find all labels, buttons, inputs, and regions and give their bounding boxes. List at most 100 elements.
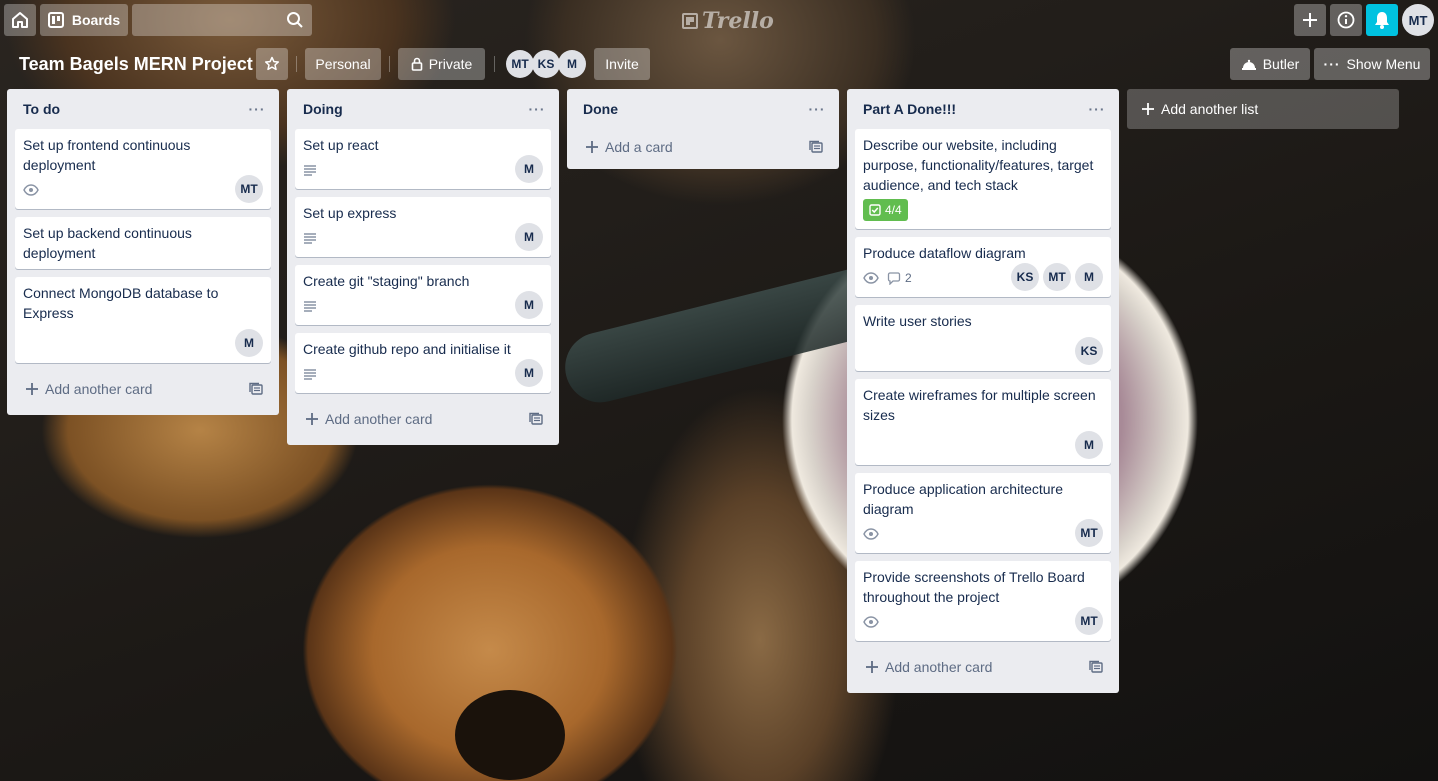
- show-menu-label: Show Menu: [1346, 56, 1421, 72]
- privacy-button[interactable]: Private: [398, 48, 485, 80]
- card-member-avatar[interactable]: M: [515, 291, 543, 319]
- boards-button[interactable]: Boards: [40, 4, 128, 36]
- butler-bell-icon: [1241, 57, 1257, 71]
- add-card-left: Add another card: [25, 381, 152, 397]
- add-card-label: Add another card: [885, 659, 993, 675]
- card-members: M: [515, 359, 543, 391]
- eye-icon: [863, 616, 879, 628]
- create-button[interactable]: [1294, 4, 1326, 36]
- plus-icon: [25, 382, 39, 396]
- card-member-avatar[interactable]: KS: [1011, 263, 1039, 291]
- card[interactable]: Provide screenshots of Trello Board thro…: [855, 561, 1111, 641]
- team-visibility-button[interactable]: Personal: [305, 48, 381, 80]
- card-member-avatar[interactable]: M: [1075, 431, 1103, 459]
- add-card-button[interactable]: Add a card: [575, 129, 831, 165]
- add-list-button[interactable]: Add another list: [1127, 89, 1399, 129]
- user-avatar[interactable]: MT: [1402, 4, 1434, 36]
- card[interactable]: Set up frontend continuous deployment MT: [15, 129, 271, 209]
- list-title[interactable]: Doing: [303, 101, 343, 117]
- card[interactable]: Set up backend continuous deployment: [15, 217, 271, 269]
- bell-icon: [1374, 11, 1390, 29]
- card-member-avatar[interactable]: M: [515, 359, 543, 387]
- description-icon: [303, 368, 317, 380]
- card-footer: KS: [863, 331, 1103, 369]
- card[interactable]: Produce dataflow diagram 2 KS MT M: [855, 237, 1111, 297]
- checklist-count: 4/4: [885, 203, 902, 217]
- card-member-avatar[interactable]: M: [515, 155, 543, 183]
- card-member-avatar[interactable]: MT: [235, 175, 263, 203]
- card-members: MT: [1075, 607, 1103, 639]
- card[interactable]: Set up express M: [295, 197, 551, 257]
- card-badges: 4/4: [863, 195, 908, 227]
- notifications-button[interactable]: [1366, 4, 1398, 36]
- board-member-avatar[interactable]: M: [558, 50, 586, 78]
- card[interactable]: Create github repo and initialise it M: [295, 333, 551, 393]
- comment-count: 2: [905, 271, 912, 285]
- card[interactable]: Create wireframes for multiple screen si…: [855, 379, 1111, 465]
- add-card-button[interactable]: Add another card: [855, 649, 1111, 685]
- butler-button[interactable]: Butler: [1230, 48, 1310, 80]
- list-menu-icon[interactable]: ···: [1085, 97, 1109, 121]
- add-card-left: Add another card: [305, 411, 432, 427]
- info-button[interactable]: [1330, 4, 1362, 36]
- add-card-left: Add a card: [585, 139, 673, 155]
- card[interactable]: Connect MongoDB database to Express M: [15, 277, 271, 363]
- comments-badge: 2: [887, 271, 912, 285]
- card-badges: [303, 298, 317, 316]
- card-template-icon[interactable]: [249, 382, 263, 396]
- trello-logo-text: Trello: [702, 8, 774, 34]
- card-member-avatar[interactable]: MT: [1075, 607, 1103, 635]
- card-member-avatar[interactable]: MT: [1043, 263, 1071, 291]
- card[interactable]: Create git "staging" branch M: [295, 265, 551, 325]
- card[interactable]: Describe our website, including purpose,…: [855, 129, 1111, 229]
- card-member-avatar[interactable]: KS: [1075, 337, 1103, 365]
- board-member-avatar[interactable]: MT: [506, 50, 534, 78]
- add-card-button[interactable]: Add another card: [15, 371, 271, 407]
- list-to-do: To do ··· Set up frontend continuous dep…: [7, 89, 279, 415]
- list-title[interactable]: To do: [23, 101, 60, 117]
- card-template-icon[interactable]: [1089, 660, 1103, 674]
- card-title: Create github repo and initialise it: [303, 341, 511, 357]
- invite-button[interactable]: Invite: [594, 48, 650, 80]
- header-divider: [494, 56, 495, 72]
- add-card-button[interactable]: Add another card: [295, 401, 551, 437]
- description-icon: [303, 164, 317, 176]
- card-member-avatar[interactable]: M: [1075, 263, 1103, 291]
- butler-label: Butler: [1262, 56, 1300, 72]
- top-navigation-bar: Boards Trello MT: [0, 0, 1438, 40]
- card-footer: MT: [23, 175, 263, 207]
- card-members: M: [235, 323, 263, 361]
- home-button[interactable]: [4, 4, 36, 36]
- card-member-avatar[interactable]: M: [235, 329, 263, 357]
- card-template-icon[interactable]: [809, 140, 823, 154]
- background-bagel-hole: [455, 690, 565, 780]
- star-board-button[interactable]: [256, 48, 288, 80]
- card-badges: [863, 614, 879, 632]
- board-title[interactable]: Team Bagels MERN Project: [19, 54, 253, 75]
- board-member-avatar[interactable]: KS: [532, 50, 560, 78]
- list-menu-icon[interactable]: ···: [525, 97, 549, 121]
- search-input[interactable]: [132, 4, 312, 36]
- card-member-avatar[interactable]: MT: [1075, 519, 1103, 547]
- card-badges: [303, 162, 317, 180]
- card-members: M: [1075, 425, 1103, 463]
- plus-icon: [305, 412, 319, 426]
- list-header: Done ···: [575, 89, 831, 129]
- card[interactable]: Produce application architecture diagram…: [855, 473, 1111, 553]
- card-member-avatar[interactable]: M: [515, 223, 543, 251]
- plus-icon: [1301, 11, 1319, 29]
- card-members: MT: [235, 175, 263, 207]
- card-template-icon[interactable]: [529, 412, 543, 426]
- plus-icon: [865, 660, 879, 674]
- card[interactable]: Set up react M: [295, 129, 551, 189]
- list-title[interactable]: Done: [583, 101, 618, 117]
- trello-logo[interactable]: Trello: [682, 8, 774, 34]
- show-menu-button[interactable]: ··· Show Menu: [1314, 48, 1430, 80]
- card[interactable]: Write user stories KS: [855, 305, 1111, 371]
- list-title[interactable]: Part A Done!!!: [863, 101, 956, 117]
- list-menu-icon[interactable]: ···: [245, 97, 269, 121]
- plus-icon: [585, 140, 599, 154]
- card-badges: 2: [863, 269, 912, 289]
- card-title: Create git "staging" branch: [303, 273, 470, 289]
- list-menu-icon[interactable]: ···: [805, 97, 829, 121]
